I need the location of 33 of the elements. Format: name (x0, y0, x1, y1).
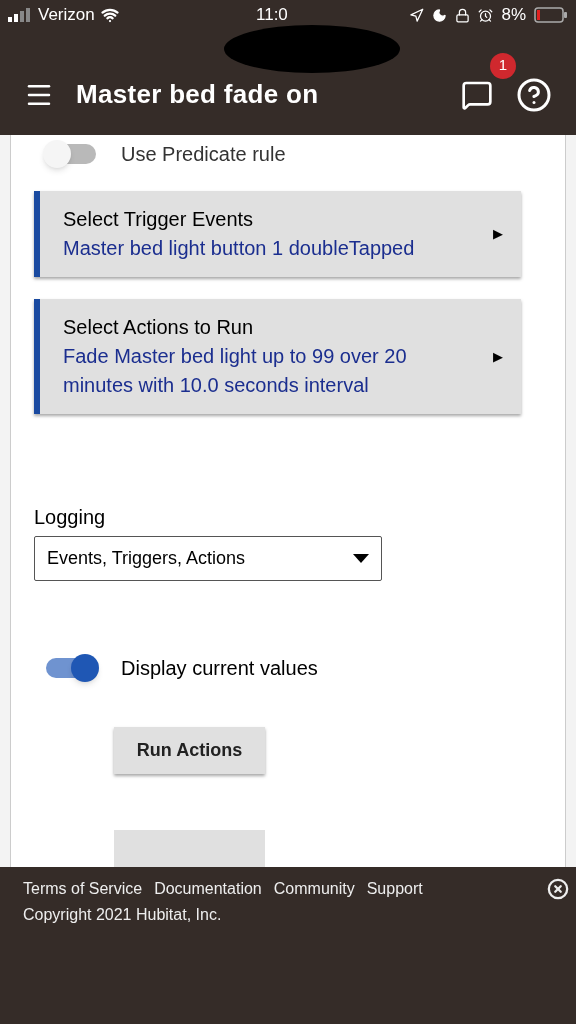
lock-icon (455, 7, 471, 23)
section-title: Select Trigger Events (63, 207, 255, 232)
footer-link[interactable]: Terms of Service (23, 877, 143, 901)
section-summary: Master bed light button 1 doubleTapped (63, 236, 416, 261)
logging-label: Logging (34, 505, 107, 530)
footer-link[interactable]: Documentation (154, 877, 262, 901)
close-icon[interactable] (547, 878, 569, 900)
alarm-icon (478, 7, 494, 23)
footer-link[interactable]: Support (366, 877, 423, 901)
carrier-name: Verizon (38, 4, 95, 27)
toggle-label: Display current values (121, 656, 318, 682)
toggle-label: Use Predicate rule (121, 142, 286, 167)
notification-badge: 1 (490, 52, 516, 79)
arrow-glyph: ▶ (493, 225, 503, 244)
battery-icon (534, 7, 568, 23)
location-icon (409, 7, 425, 23)
dropdown-caret-icon (353, 553, 369, 564)
section-card[interactable]: Select Trigger Events Master bed light button 1 doubleTapped ▶ (34, 191, 521, 277)
battery-percent: 8% (501, 4, 526, 27)
logging-select[interactable]: Events, Triggers, Actions (34, 536, 382, 582)
section-card[interactable]: Select Actions to Run Fade Master bed light up to 99 over 20 minutes with 10.0 seconds interval ▶ (34, 299, 521, 414)
copyright-text: Copyright 2021 Hubitat, Inc. (23, 905, 223, 925)
arrow-glyph: ▶ (493, 347, 503, 366)
section-summary: Fade Master bed light up to 99 over 20 minutes with 10.0 seconds interval (63, 344, 408, 398)
wifi-icon (100, 6, 119, 24)
signal-icon (8, 8, 32, 22)
footer-link[interactable]: Community (273, 877, 355, 901)
status-time: 11:0 (256, 4, 288, 27)
moon-icon (432, 7, 448, 23)
run-actions-button[interactable]: Run Actions (114, 727, 265, 775)
section-title: Select Actions to Run (63, 315, 255, 340)
page-title: Master bed fade on (76, 78, 319, 111)
help-icon[interactable] (516, 76, 552, 113)
